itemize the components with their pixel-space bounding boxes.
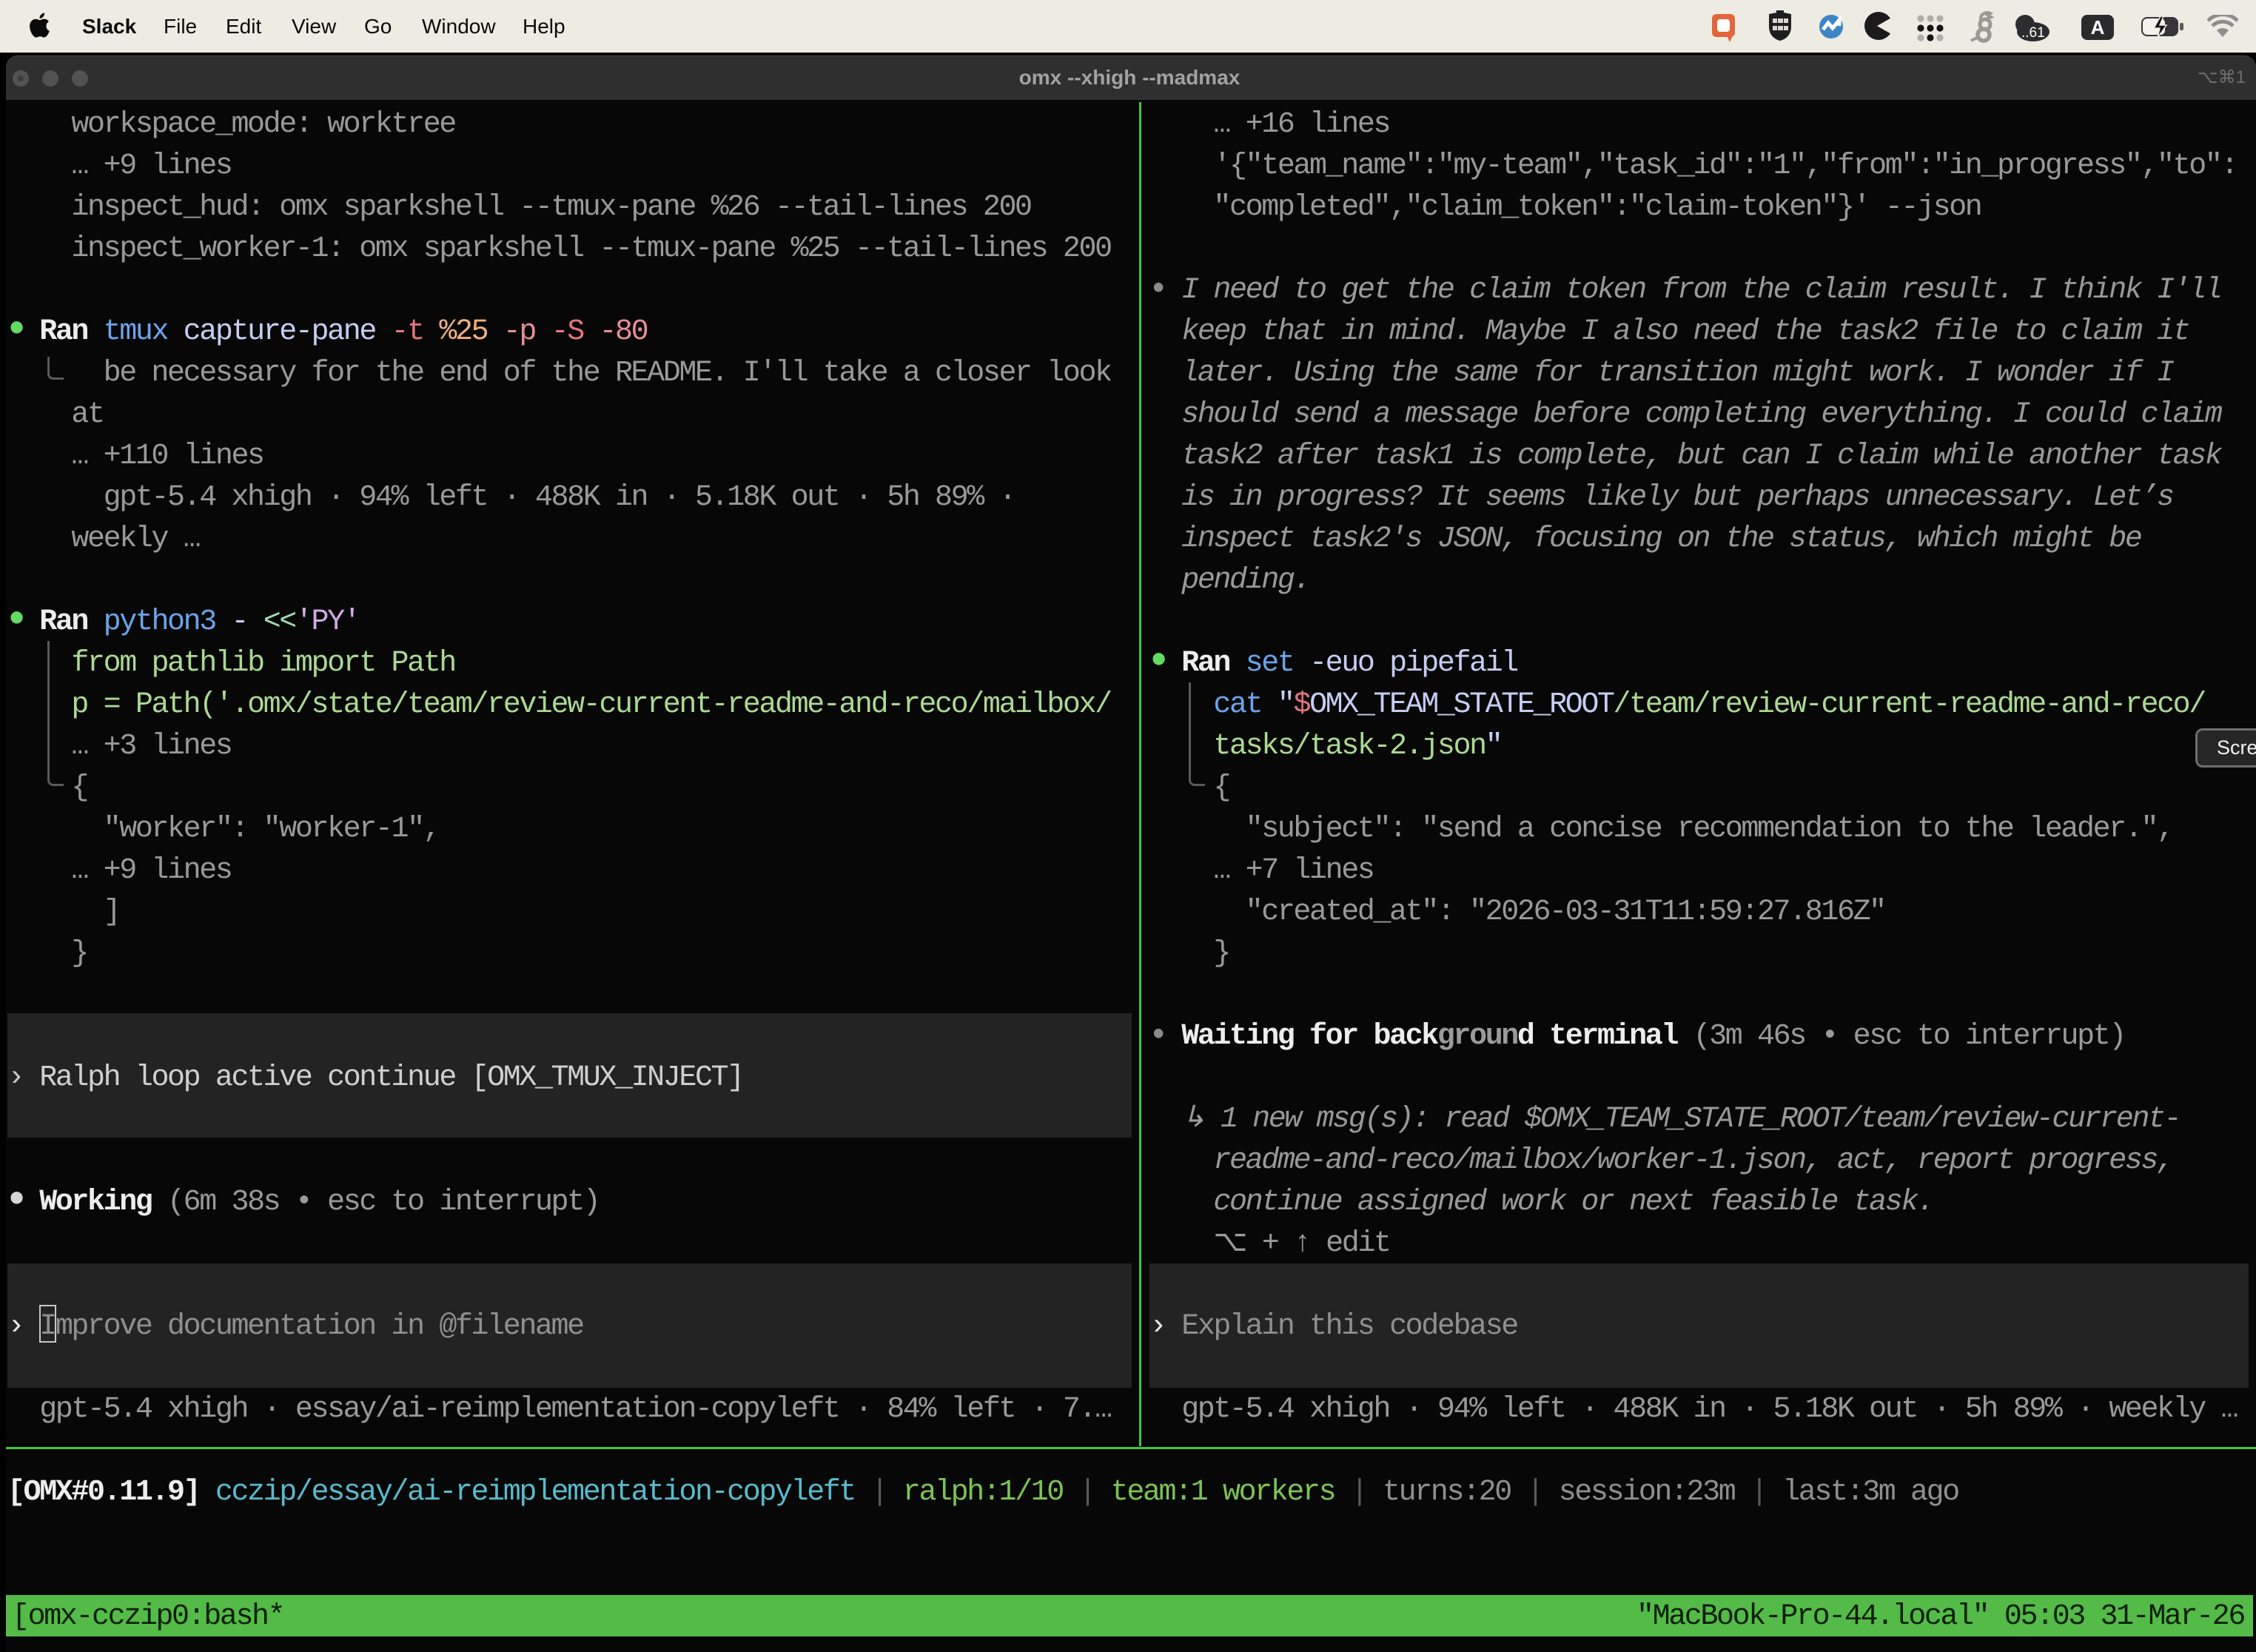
svg-text:..61: ..61 <box>2021 25 2045 41</box>
